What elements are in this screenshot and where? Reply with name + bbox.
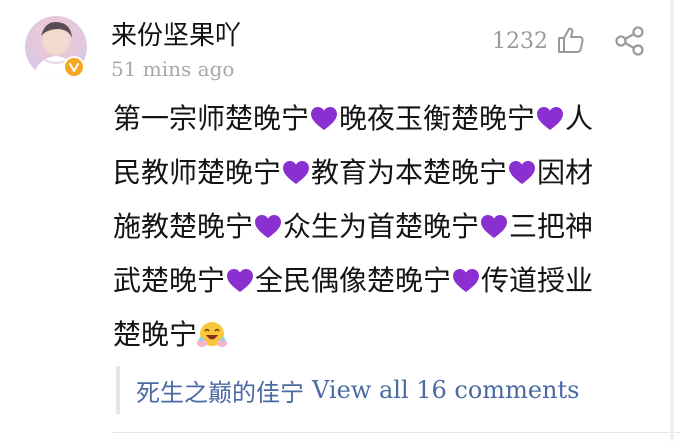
timestamp: 51 mins ago (111, 57, 235, 81)
share-icon[interactable] (614, 26, 646, 56)
verified-badge-icon (63, 56, 85, 78)
comment-text-segment: 楚晚宁 (113, 318, 198, 351)
comment-text-segment: 因材 (537, 156, 594, 189)
purple-heart-icon (283, 161, 310, 184)
comment-text-segment: 全民偶像楚晚宁 (255, 264, 452, 297)
purple-heart-icon (255, 215, 282, 238)
comment-text-segment: 三把神 (509, 210, 594, 243)
comment-text-segment: 第一宗师楚晚宁 (113, 102, 310, 135)
username[interactable]: 来份坚果吖 (111, 20, 241, 52)
comment-text-segment: 民教师楚晚宁 (113, 156, 282, 189)
purple-heart-icon (453, 269, 480, 292)
purple-heart-icon (311, 107, 338, 130)
comment-text-line: 民教师楚晚宁 教育为本楚晚宁 因材 (113, 146, 658, 200)
comment-text-segment: 武楚晚宁 (113, 264, 226, 297)
grinning-hands-emoji-icon (197, 322, 228, 347)
comment-text-segment: 施教楚晚宁 (113, 210, 254, 243)
reply-preview[interactable]: 死生之巅的佳宁 View all 16 comments (116, 366, 579, 414)
comment-card: 来份坚果吖 51 mins ago 1232 第一宗师楚晚宁 晚夜玉衡楚晚宁人民教… (0, 0, 680, 441)
purple-heart-icon (509, 161, 536, 184)
reply-username[interactable]: 死生之巅的佳宁 (136, 373, 304, 408)
comment-text-segment: 晚夜玉衡楚晚宁 (339, 102, 536, 135)
purple-heart-icon (481, 215, 508, 238)
comment-text-line: 武楚晚宁 全民偶像楚晚宁 传道授业 (113, 254, 658, 308)
scrollbar-track (670, 0, 674, 441)
comment-text: 第一宗师楚晚宁 晚夜玉衡楚晚宁人民教师楚晚宁 教育为本楚晚宁 因材 施教楚晚宁 众生为首楚… (113, 92, 658, 362)
thumbs-up-icon[interactable] (556, 25, 586, 55)
comment-text-segment: 传道授业 (481, 264, 594, 297)
divider (113, 432, 680, 433)
view-all-comments-link[interactable]: View all 16 comments (312, 376, 579, 404)
comment-text-line: 施教楚晚宁 众生为首楚晚宁 三把神 (113, 200, 658, 254)
comment-text-segment: 众生为首楚晚宁 (283, 210, 480, 243)
purple-heart-icon (537, 107, 564, 130)
comment-text-segment: 教育为本楚晚宁 (311, 156, 508, 189)
purple-heart-icon (227, 269, 254, 292)
like-count: 1232 (492, 29, 548, 54)
comment-text-line: 楚晚宁 (113, 308, 658, 362)
comment-text-segment: 人 (565, 102, 594, 135)
comment-text-line: 第一宗师楚晚宁 晚夜玉衡楚晚宁人 (113, 92, 658, 146)
